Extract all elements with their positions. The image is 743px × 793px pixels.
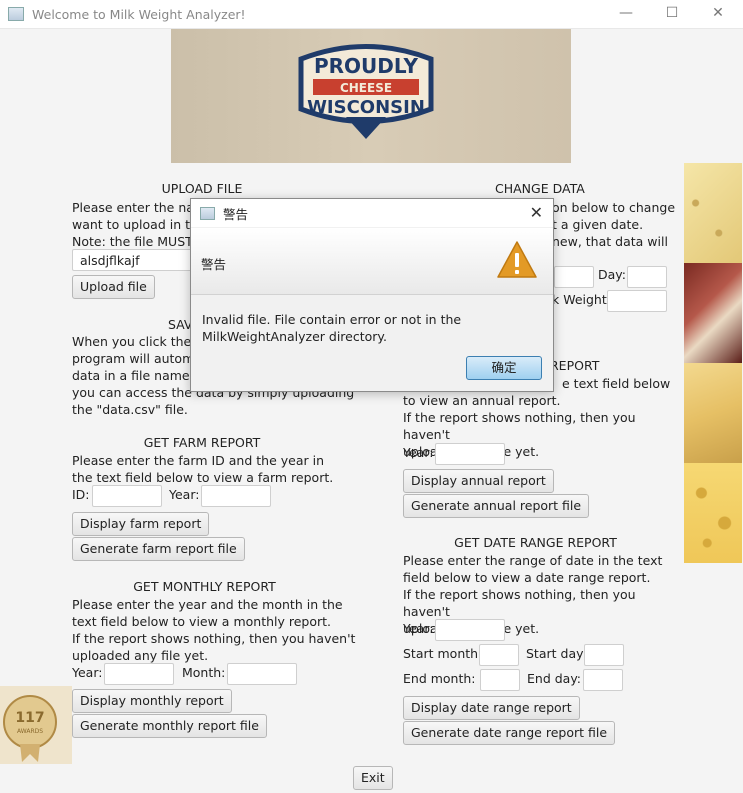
monthly-desc-line: uploaded any file yet. [72, 648, 209, 663]
dialog-header: 警告 [191, 228, 553, 295]
start-day-field[interactable] [584, 644, 624, 666]
change-desc-line: new, that data will [552, 234, 668, 249]
dialog-ok-button[interactable]: 确定 [466, 356, 542, 380]
change-day-label: Day: [598, 267, 626, 282]
monthly-desc-line: If the report shows nothing, then you ha… [72, 631, 356, 646]
generate-farm-report-button[interactable]: Generate farm report file [72, 537, 245, 561]
close-icon[interactable]: ✕ [695, 0, 741, 28]
annual-year-field[interactable] [435, 443, 505, 465]
farm-id-label: ID: [72, 487, 90, 502]
maximize-icon[interactable]: ☐ [649, 0, 695, 28]
dialog-title-bar: 警告 [191, 199, 553, 227]
start-month-field[interactable] [479, 644, 519, 666]
logo-line2: CHEESE [340, 81, 392, 95]
dialog-close-icon[interactable]: ✕ [530, 203, 543, 222]
dialog-message-line: Invalid file. File contain error or not … [202, 312, 462, 327]
farm-desc-line: Please enter the farm ID and the year in [72, 453, 324, 468]
monthly-desc-line: text field below to view a monthly repor… [72, 614, 332, 629]
monthly-month-label: Month: [182, 665, 226, 680]
farm-year-field[interactable] [201, 485, 271, 507]
farm-heading: GET FARM REPORT [143, 435, 261, 450]
change-day-field[interactable] [627, 266, 667, 288]
daterange-desc-line: field below to view a date range report. [403, 570, 651, 585]
dialog-message: Invalid file. File contain error or not … [202, 311, 522, 345]
end-day-label: End day: [527, 671, 582, 686]
banner-image: PROUDLY CHEESE WISCONSIN [171, 29, 571, 163]
farm-description: Please enter the farm ID and the year in… [72, 452, 352, 486]
display-farm-report-button[interactable]: Display farm report [72, 512, 210, 536]
app-icon [8, 7, 24, 21]
app-window: Welcome to Milk Weight Analyzer! — ☐ ✕ P… [0, 0, 743, 792]
annual-desc-line: to view an annual report. [403, 393, 561, 408]
daterange-desc-line: If the report shows nothing, then you ha… [403, 587, 636, 619]
dialog-title: 警告 [223, 206, 249, 222]
upload-heading: UPLOAD FILE [161, 181, 243, 196]
exit-button[interactable]: Exit [353, 766, 393, 790]
change-month-field[interactable] [554, 266, 594, 288]
display-annual-report-button[interactable]: Display annual report [403, 469, 554, 493]
display-monthly-report-button[interactable]: Display monthly report [72, 689, 232, 713]
award-image: 117 AWARDS [0, 686, 72, 764]
monthly-description: Please enter the year and the month in t… [72, 596, 362, 664]
annual-heading: REPORT [550, 358, 600, 373]
monthly-year-label: Year: [72, 665, 103, 680]
logo-line1: PROUDLY [314, 54, 419, 78]
annual-desc-line: If the report shows nothing, then you ha… [403, 410, 636, 442]
farm-year-label: Year: [169, 487, 200, 502]
warning-icon [497, 241, 537, 278]
award-word: AWARDS [17, 728, 43, 735]
farm-id-field[interactable] [92, 485, 162, 507]
change-desc-line: t a given date. [552, 217, 644, 232]
end-month-label: End month: [403, 671, 476, 686]
save-desc-line: the "data.csv" file. [72, 402, 188, 417]
generate-monthly-report-button[interactable]: Generate monthly report file [72, 714, 267, 738]
minimize-icon[interactable]: — [603, 0, 649, 28]
change-desc-line: on below to change [552, 200, 676, 215]
dialog-message-line: MilkWeightAnalyzer directory. [202, 329, 387, 344]
award-number: 117 [15, 710, 44, 726]
save-heading: SAV [168, 317, 193, 332]
title-bar: Welcome to Milk Weight Analyzer! — ☐ ✕ [0, 0, 743, 28]
end-day-field[interactable] [583, 669, 623, 691]
change-heading: CHANGE DATA [495, 181, 585, 196]
generate-date-range-report-button[interactable]: Generate date range report file [403, 721, 616, 745]
start-day-label: Start day: [526, 646, 587, 661]
proudly-wisconsin-cheese-logo: PROUDLY CHEESE WISCONSIN [298, 44, 434, 139]
daterange-year-label: Year: [403, 621, 434, 636]
generate-annual-report-button[interactable]: Generate annual report file [403, 494, 590, 518]
change-weight-label: k Weight: [552, 292, 611, 307]
upload-file-button[interactable]: Upload file [72, 275, 155, 299]
monthly-heading: GET MONTHLY REPORT [133, 579, 276, 594]
award-seal: 117 AWARDS [3, 695, 57, 762]
display-date-range-report-button[interactable]: Display date range report [403, 696, 580, 720]
upload-file-input[interactable]: alsdjflkajf [72, 249, 192, 271]
main-content: PROUDLY CHEESE WISCONSIN 117 AWARDS UPLO… [0, 28, 743, 793]
end-month-field[interactable] [480, 669, 520, 691]
daterange-year-field[interactable] [435, 619, 505, 641]
warning-dialog: 警告 ✕ 警告 Invalid file. File contain error… [190, 198, 554, 392]
logo-line3: WISCONSIN [307, 97, 425, 118]
window-title: Welcome to Milk Weight Analyzer! [32, 6, 246, 22]
daterange-heading: GET DATE RANGE REPORT [454, 535, 617, 550]
dialog-app-icon [200, 206, 215, 220]
cheese-image-3 [684, 363, 742, 463]
annual-year-label: Year: [403, 445, 434, 460]
start-month-label: Start month: [403, 646, 483, 661]
farm-desc-line: the text field below to view a farm repo… [72, 470, 334, 485]
monthly-month-field[interactable] [227, 663, 297, 685]
monthly-year-field[interactable] [104, 663, 174, 685]
daterange-desc-line: Please enter the range of date in the te… [403, 553, 663, 568]
monthly-desc-line: Please enter the year and the month in t… [72, 597, 343, 612]
upload-file-input-value: alsdjflkajf [80, 253, 140, 268]
change-description: on below to change t a given date. new, … [552, 199, 682, 250]
cheese-image-1 [684, 163, 742, 263]
cheese-image-4 [684, 463, 742, 563]
dialog-header-text: 警告 [201, 257, 227, 272]
cheese-image-2 [684, 263, 742, 363]
change-weight-field[interactable] [607, 290, 667, 312]
